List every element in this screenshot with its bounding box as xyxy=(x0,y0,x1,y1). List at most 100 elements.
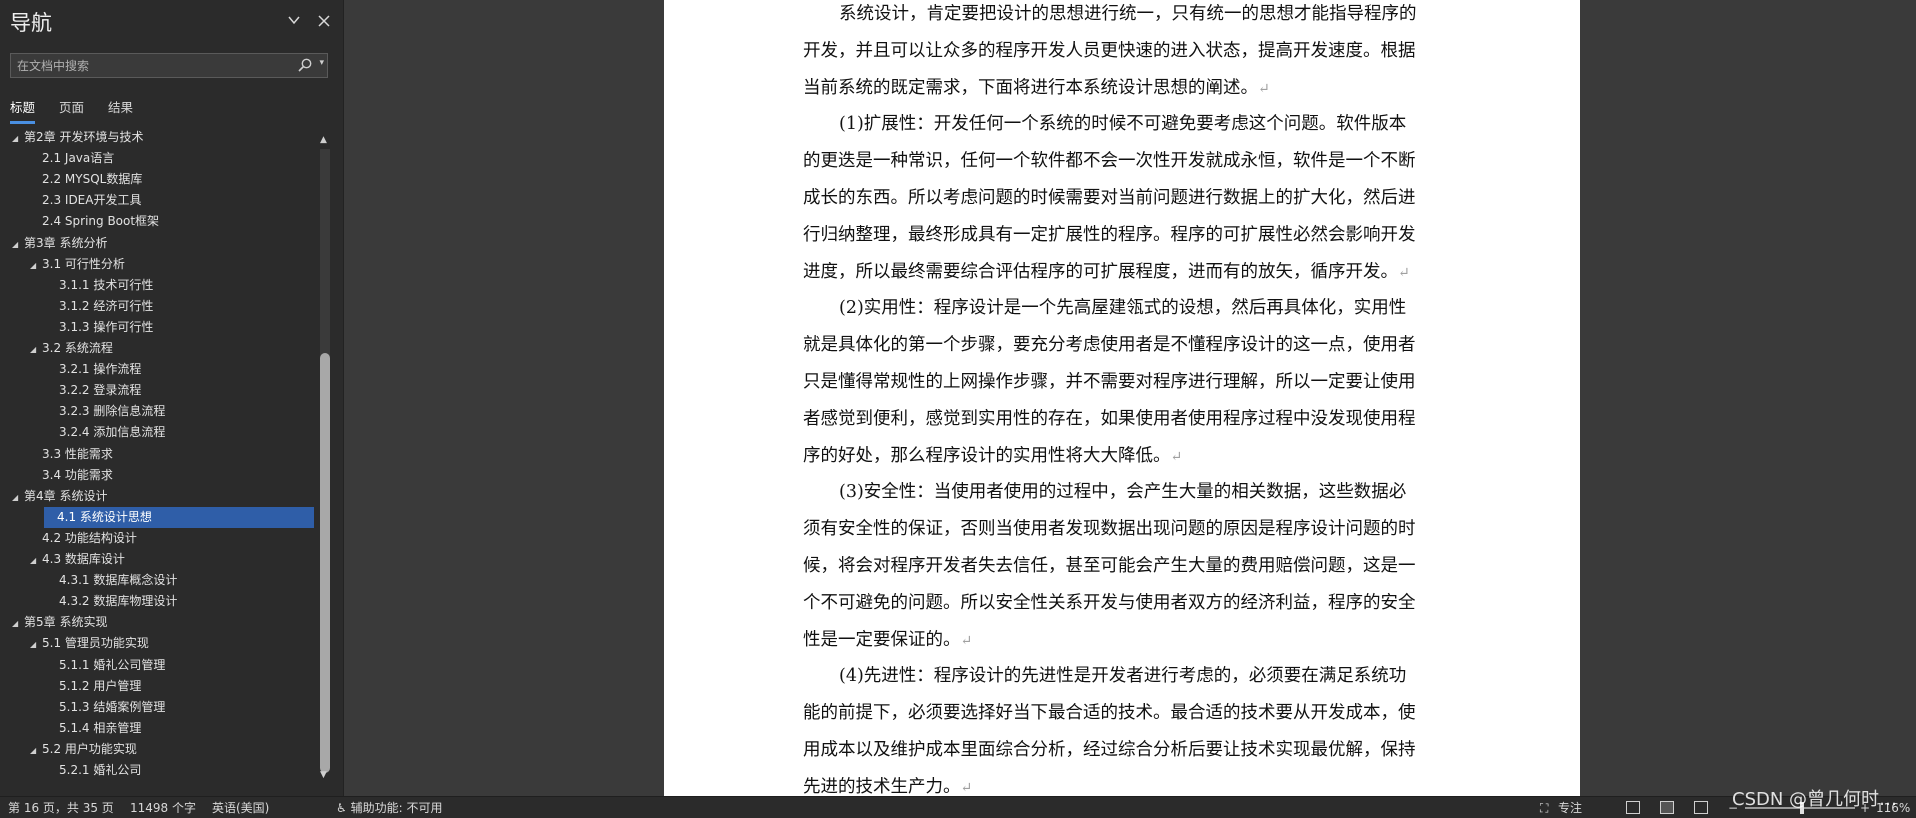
collapse-triangle-icon[interactable]: ◢ xyxy=(12,234,24,255)
status-bar: 第 16 页，共 35 页 11498 个字 英语(美国) ♿ 辅助功能: 不可… xyxy=(0,796,1916,818)
tree-item-label: 3.1.3 操作可行性 xyxy=(59,319,154,334)
collapse-triangle-icon[interactable]: ◢ xyxy=(12,487,24,508)
tree-item[interactable]: ◢ 第3章 系统分析 xyxy=(0,233,316,254)
scroll-up-icon[interactable]: ▲ xyxy=(320,135,327,145)
tree-item[interactable]: ◢ 3.2 系统流程 xyxy=(0,338,316,359)
tree-item[interactable]: ◢ 4.3 数据库设计 xyxy=(0,549,316,570)
document-line: 候，将会对程序开发者失去信任，甚至可能会产生大量的费用赔偿问题，这是一 xyxy=(803,548,1446,585)
tree-item[interactable]: 2.2 MYSQL数据库 xyxy=(0,169,316,190)
document-line: 行归纳整理，最终形成具有一定扩展性的程序。程序的可扩展性必然会影响开发 xyxy=(803,217,1446,254)
scrollbar-thumb[interactable] xyxy=(320,353,330,773)
tree-item[interactable]: 3.2.3 删除信息流程 xyxy=(0,401,316,422)
close-icon[interactable] xyxy=(313,12,335,34)
tree-item[interactable]: 4.2 功能结构设计 xyxy=(0,528,316,549)
tree-item-label: 5.2 用户功能实现 xyxy=(42,741,137,756)
tree-item[interactable]: 5.1.4 相亲管理 xyxy=(0,718,316,739)
tree-item-label: 3.2.4 添加信息流程 xyxy=(59,425,166,440)
tree-item[interactable]: ◢ 第4章 系统设计 xyxy=(0,486,316,507)
line-text: 当前系统的既定需求，下面将进行本系统设计思想的阐述。 xyxy=(803,77,1258,98)
scroll-down-icon[interactable]: ▼ xyxy=(320,770,327,780)
search-input[interactable] xyxy=(11,54,291,77)
line-text: 的更迭是一种常识，任何一个软件都不会一次性开发就成永恒，软件是一个不断 xyxy=(803,151,1416,172)
tree-item-label: 4.3 数据库设计 xyxy=(42,552,125,566)
tree-item[interactable]: 4.3.2 数据库物理设计 xyxy=(0,591,316,612)
tree-item[interactable]: 3.3 性能需求 xyxy=(0,444,316,465)
print-layout-icon[interactable] xyxy=(1660,801,1674,814)
accessibility-status[interactable]: ♿ 辅助功能: 不可用 xyxy=(336,797,442,818)
paragraph-mark-icon: ↵ xyxy=(1398,264,1410,281)
document-line: 用成本以及维护成本里面综合分析，经过综合分析后要让技术实现最优解，保持 xyxy=(803,732,1446,769)
tree-item-label: 2.1 Java语言 xyxy=(42,151,115,166)
tree-item[interactable]: 5.1.3 结婚案例管理 xyxy=(0,697,316,718)
document-paragraph[interactable]: 系统设计，肯定要把设计的思想进行统一，只有统一的思想才能指导程序的 开发，并且可以… xyxy=(803,0,1446,106)
collapse-triangle-icon[interactable]: ◢ xyxy=(12,613,24,634)
line-text: (2)实用性：程序设计是一个先高屋建瓴式的设想，然后再具体化，实用性 xyxy=(839,298,1407,319)
document-line: (1)扩展性：开发任何一个系统的时候不可避免要考虑这个问题。软件版本 xyxy=(803,106,1446,143)
tree-item-label: 2.2 MYSQL数据库 xyxy=(42,172,143,187)
focus-label[interactable]: 专注 xyxy=(1558,797,1582,818)
document-line: 就是具体化的第一个步骤，要充分考虑使用者是不懂程序设计的这一点，使用者 xyxy=(803,327,1446,364)
tree-item[interactable]: ◢ 3.1 可行性分析 xyxy=(0,254,316,275)
document-paragraph[interactable]: (1)扩展性：开发任何一个系统的时候不可避免要考虑这个问题。软件版本的更迭是一种… xyxy=(803,106,1446,290)
document-line: 开发，并且可以让众多的程序开发人员更快速的进入状态，提高开发速度。根据 xyxy=(803,33,1446,70)
document-paragraph[interactable]: (4)先进性：程序设计的先进性是开发者进行考虑的，必须要在满足系统功 能的前提下，… xyxy=(803,658,1446,796)
search-icon[interactable] xyxy=(297,57,313,73)
read-mode-icon[interactable] xyxy=(1626,801,1640,814)
document-paragraph[interactable]: (3)安全性：当使用者使用的过程中，会产生大量的相关数据，这些数据必 须有安全性的… xyxy=(803,474,1446,658)
tree-item-label: 3.2 系统流程 xyxy=(42,341,113,355)
line-text: 候，将会对程序开发者失去信任，甚至可能会产生大量的费用赔偿问题，这是一 xyxy=(803,555,1416,576)
tree-item[interactable]: 3.2.4 添加信息流程 xyxy=(0,422,316,443)
document-paragraph[interactable]: (2)实用性：程序设计是一个先高屋建瓴式的设想，然后再具体化，实用性就是具体化的… xyxy=(803,290,1446,474)
line-text: 能的前提下，必须要选择好当下最合适的技术。最合适的技术要从开发成本，使 xyxy=(803,703,1416,724)
tree-item[interactable]: 3.2.1 操作流程 xyxy=(0,359,316,380)
collapse-triangle-icon[interactable]: ◢ xyxy=(30,550,42,571)
line-text: (3)安全性：当使用者使用的过程中，会产生大量的相关数据，这些数据必 xyxy=(839,482,1407,503)
tree-item[interactable]: 3.1.2 经济可行性 xyxy=(0,296,316,317)
tree-item-label: 第2章 开发环境与技术 xyxy=(24,130,144,144)
tree-item[interactable]: 2.3 IDEA开发工具 xyxy=(0,190,316,211)
tree-item-label: 5.1 管理员功能实现 xyxy=(42,636,149,651)
chevron-down-icon[interactable] xyxy=(283,12,305,34)
collapse-triangle-icon[interactable]: ◢ xyxy=(12,130,24,149)
tree-item[interactable]: ◢ 5.2 用户功能实现 xyxy=(0,739,316,760)
tree-item[interactable]: 3.4 功能需求 xyxy=(0,465,316,486)
collapse-triangle-icon[interactable]: ◢ xyxy=(30,255,42,276)
focus-icon[interactable]: ⛶ xyxy=(1540,797,1548,818)
tab-results[interactable]: 结果 xyxy=(108,98,133,120)
tree-item[interactable]: 4.3.1 数据库概念设计 xyxy=(0,570,316,591)
document-area: 系统设计，肯定要把设计的思想进行统一，只有统一的思想才能指导程序的 开发，并且可以… xyxy=(345,0,1916,796)
line-text: 成长的东西。所以考虑问题的时候需要对当前问题进行数据上的扩大化，然后进 xyxy=(803,187,1416,208)
tree-item[interactable]: 3.1.3 操作可行性 xyxy=(0,317,316,338)
word-count[interactable]: 11498 个字 xyxy=(130,797,196,818)
collapse-triangle-icon[interactable]: ◢ xyxy=(30,634,42,655)
collapse-triangle-icon[interactable]: ◢ xyxy=(30,740,42,761)
tree-item-label: 4.3.1 数据库概念设计 xyxy=(59,573,178,588)
language-indicator[interactable]: 英语(美国) xyxy=(212,797,269,818)
tree-item[interactable]: ◢ 第5章 系统实现 xyxy=(0,612,316,633)
web-layout-icon[interactable] xyxy=(1694,801,1708,814)
tree-item[interactable]: 2.1 Java语言 xyxy=(0,148,316,169)
paragraph-mark-icon: ↵ xyxy=(1258,80,1270,97)
nav-scrollbar[interactable]: ▲ ▼ xyxy=(318,135,332,780)
page-count[interactable]: 第 16 页，共 35 页 xyxy=(8,797,114,818)
tree-item[interactable]: 5.1.1 婚礼公司管理 xyxy=(0,655,316,676)
tree-item[interactable]: ◢ 5.1 管理员功能实现 xyxy=(0,633,316,654)
tab-headings[interactable]: 标题 xyxy=(10,98,36,124)
tree-item[interactable]: 5.2.1 婚礼公司 xyxy=(0,760,316,780)
tree-item-label: 第4章 系统设计 xyxy=(24,488,108,503)
tree-item-label: 5.1.3 结婚案例管理 xyxy=(59,699,166,714)
tree-item[interactable]: 3.2.2 登录流程 xyxy=(0,380,316,401)
tree-item-label: 3.2.3 删除信息流程 xyxy=(59,404,166,419)
line-text: 序的好处，那么程序设计的实用性将大大降低。 xyxy=(803,445,1171,466)
tab-pages[interactable]: 页面 xyxy=(59,98,84,120)
tree-item[interactable]: 3.1.1 技术可行性 xyxy=(0,275,316,296)
document-line: 序的好处，那么程序设计的实用性将大大降低。↵ xyxy=(803,438,1446,475)
collapse-triangle-icon[interactable]: ◢ xyxy=(30,339,42,360)
tree-item-label: 5.1.2 用户管理 xyxy=(59,678,142,693)
document-page[interactable]: 系统设计，肯定要把设计的思想进行统一，只有统一的思想才能指导程序的 开发，并且可以… xyxy=(664,0,1580,796)
tree-item[interactable]: 5.1.2 用户管理 xyxy=(0,676,316,697)
tree-item-selected[interactable]: 4.1 系统设计思想 xyxy=(44,506,314,528)
tree-item[interactable]: ◢ 第2章 开发环境与技术 xyxy=(0,130,316,148)
tree-item[interactable]: 2.4 Spring Boot框架 xyxy=(0,211,316,232)
search-options-chevron-icon[interactable]: ▾ xyxy=(319,58,324,68)
